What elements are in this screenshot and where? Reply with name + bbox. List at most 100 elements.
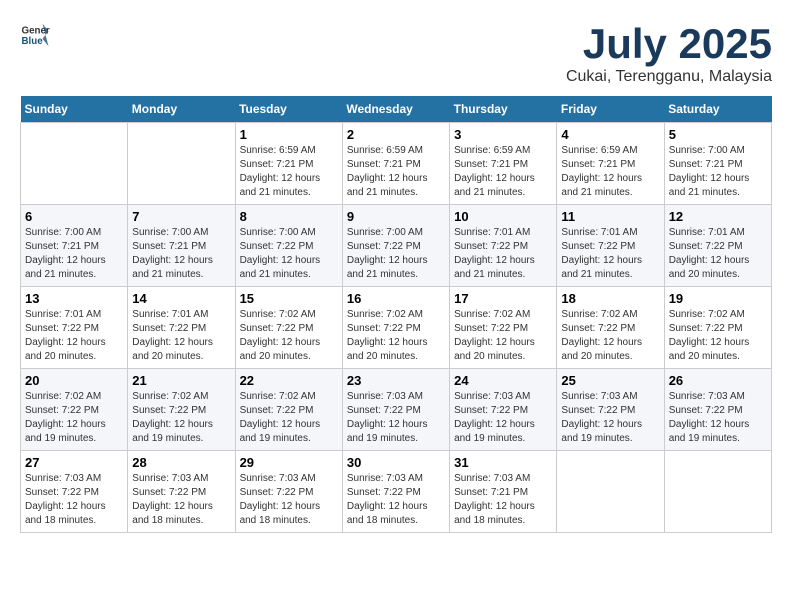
calendar-day-cell: [557, 451, 664, 533]
day-info: Sunrise: 7:01 AMSunset: 7:22 PMDaylight:…: [454, 226, 552, 282]
day-number: 26: [669, 373, 767, 388]
day-number: 28: [132, 455, 230, 470]
calendar-table: SundayMondayTuesdayWednesdayThursdayFrid…: [20, 96, 772, 533]
calendar-day-cell: 30Sunrise: 7:03 AMSunset: 7:22 PMDayligh…: [342, 451, 449, 533]
day-number: 23: [347, 373, 445, 388]
calendar-day-cell: 18Sunrise: 7:02 AMSunset: 7:22 PMDayligh…: [557, 287, 664, 369]
day-info: Sunrise: 7:00 AMSunset: 7:21 PMDaylight:…: [25, 226, 123, 282]
day-info: Sunrise: 7:02 AMSunset: 7:22 PMDaylight:…: [669, 308, 767, 364]
day-info: Sunrise: 7:03 AMSunset: 7:22 PMDaylight:…: [132, 472, 230, 528]
day-number: 3: [454, 127, 552, 142]
calendar-day-cell: 9 Sunrise: 7:00 AMSunset: 7:22 PMDaylight…: [342, 205, 449, 287]
day-number: 24: [454, 373, 552, 388]
day-info: Sunrise: 7:03 AMSunset: 7:22 PMDaylight:…: [347, 390, 445, 446]
calendar-day-cell: 21 Sunrise: 7:02 AMSunset: 7:22 PMDayligh…: [128, 369, 235, 451]
day-number: 12: [669, 209, 767, 224]
calendar-week-row: 13 Sunrise: 7:01 AMSunset: 7:22 PMDayligh…: [21, 287, 772, 369]
day-number: 19: [669, 291, 767, 306]
day-info: Sunrise: 7:02 AMSunset: 7:22 PMDaylight:…: [132, 390, 230, 446]
calendar-day-cell: 1 Sunrise: 6:59 AMSunset: 7:21 PMDaylight…: [235, 123, 342, 205]
day-number: 31: [454, 455, 552, 470]
logo: General Blue: [20, 20, 52, 50]
header: General Blue July 2025 Cukai, Terengganu…: [20, 20, 772, 86]
calendar-day-cell: 15 Sunrise: 7:02 AMSunset: 7:22 PMDayligh…: [235, 287, 342, 369]
day-info: Sunrise: 6:59 AMSunset: 7:21 PMDaylight:…: [561, 144, 659, 200]
calendar-day-cell: 23 Sunrise: 7:03 AMSunset: 7:22 PMDayligh…: [342, 369, 449, 451]
calendar-header-sunday: Sunday: [21, 96, 128, 123]
location-title: Cukai, Terengganu, Malaysia: [566, 68, 772, 86]
calendar-day-cell: 10 Sunrise: 7:01 AMSunset: 7:22 PMDayligh…: [450, 205, 557, 287]
day-info: Sunrise: 7:00 AMSunset: 7:22 PMDaylight:…: [347, 226, 445, 282]
day-number: 17: [454, 291, 552, 306]
calendar-header-wednesday: Wednesday: [342, 96, 449, 123]
calendar-day-cell: 8Sunrise: 7:00 AMSunset: 7:22 PMDaylight…: [235, 205, 342, 287]
day-number: 27: [25, 455, 123, 470]
day-info: Sunrise: 7:03 AMSunset: 7:22 PMDaylight:…: [454, 390, 552, 446]
day-info: Sunrise: 6:59 AMSunset: 7:21 PMDaylight:…: [240, 144, 338, 200]
calendar-day-cell: [21, 123, 128, 205]
day-number: 9: [347, 209, 445, 224]
day-info: Sunrise: 7:01 AMSunset: 7:22 PMDaylight:…: [669, 226, 767, 282]
calendar-day-cell: 7 Sunrise: 7:00 AMSunset: 7:21 PMDaylight…: [128, 205, 235, 287]
day-info: Sunrise: 7:02 AMSunset: 7:22 PMDaylight:…: [25, 390, 123, 446]
calendar-day-cell: 6 Sunrise: 7:00 AMSunset: 7:21 PMDaylight…: [21, 205, 128, 287]
day-info: Sunrise: 7:03 AMSunset: 7:22 PMDaylight:…: [561, 390, 659, 446]
title-area: July 2025 Cukai, Terengganu, Malaysia: [566, 20, 772, 86]
day-number: 25: [561, 373, 659, 388]
day-number: 7: [132, 209, 230, 224]
day-number: 11: [561, 209, 659, 224]
calendar-header-monday: Monday: [128, 96, 235, 123]
day-info: Sunrise: 6:59 AMSunset: 7:21 PMDaylight:…: [347, 144, 445, 200]
day-info: Sunrise: 7:00 AMSunset: 7:21 PMDaylight:…: [669, 144, 767, 200]
day-info: Sunrise: 6:59 AMSunset: 7:21 PMDaylight:…: [454, 144, 552, 200]
day-info: Sunrise: 7:01 AMSunset: 7:22 PMDaylight:…: [561, 226, 659, 282]
calendar-day-cell: 27Sunrise: 7:03 AMSunset: 7:22 PMDayligh…: [21, 451, 128, 533]
day-number: 16: [347, 291, 445, 306]
day-number: 1: [240, 127, 338, 142]
day-number: 15: [240, 291, 338, 306]
day-number: 21: [132, 373, 230, 388]
calendar-header-saturday: Saturday: [664, 96, 771, 123]
calendar-day-cell: 3 Sunrise: 6:59 AMSunset: 7:21 PMDaylight…: [450, 123, 557, 205]
day-number: 22: [240, 373, 338, 388]
day-info: Sunrise: 7:03 AMSunset: 7:22 PMDaylight:…: [347, 472, 445, 528]
calendar-day-cell: 25 Sunrise: 7:03 AMSunset: 7:22 PMDayligh…: [557, 369, 664, 451]
day-number: 29: [240, 455, 338, 470]
calendar-week-row: 6 Sunrise: 7:00 AMSunset: 7:21 PMDaylight…: [21, 205, 772, 287]
calendar-day-cell: [664, 451, 771, 533]
day-number: 13: [25, 291, 123, 306]
day-info: Sunrise: 7:01 AMSunset: 7:22 PMDaylight:…: [25, 308, 123, 364]
day-number: 20: [25, 373, 123, 388]
calendar-day-cell: 4 Sunrise: 6:59 AMSunset: 7:21 PMDaylight…: [557, 123, 664, 205]
calendar-header-tuesday: Tuesday: [235, 96, 342, 123]
day-number: 4: [561, 127, 659, 142]
calendar-day-cell: 13 Sunrise: 7:01 AMSunset: 7:22 PMDayligh…: [21, 287, 128, 369]
calendar-day-cell: 5 Sunrise: 7:00 AMSunset: 7:21 PMDaylight…: [664, 123, 771, 205]
calendar-header-row: SundayMondayTuesdayWednesdayThursdayFrid…: [21, 96, 772, 123]
calendar-day-cell: 12 Sunrise: 7:01 AMSunset: 7:22 PMDayligh…: [664, 205, 771, 287]
day-number: 6: [25, 209, 123, 224]
calendar-header-friday: Friday: [557, 96, 664, 123]
calendar-day-cell: 11 Sunrise: 7:01 AMSunset: 7:22 PMDayligh…: [557, 205, 664, 287]
day-number: 14: [132, 291, 230, 306]
day-number: 2: [347, 127, 445, 142]
day-number: 18: [561, 291, 659, 306]
calendar-day-cell: 20 Sunrise: 7:02 AMSunset: 7:22 PMDayligh…: [21, 369, 128, 451]
day-number: 8: [240, 209, 338, 224]
calendar-day-cell: 16 Sunrise: 7:02 AMSunset: 7:22 PMDayligh…: [342, 287, 449, 369]
day-info: Sunrise: 7:02 AMSunset: 7:22 PMDaylight:…: [240, 308, 338, 364]
day-info: Sunrise: 7:00 AMSunset: 7:21 PMDaylight:…: [132, 226, 230, 282]
calendar-week-row: 27 Sunrise: 7:03 AMSunset: 7:22 PMDayligh…: [21, 451, 772, 533]
calendar-day-cell: 19 Sunrise: 7:02 AMSunset: 7:22 PMDayligh…: [664, 287, 771, 369]
day-number: 10: [454, 209, 552, 224]
day-info: Sunrise: 7:02 AMSunset: 7:22 PMDaylight:…: [347, 308, 445, 364]
day-info: Sunrise: 7:03 AMSunset: 7:22 PMDaylight:…: [669, 390, 767, 446]
calendar-header-thursday: Thursday: [450, 96, 557, 123]
calendar-day-cell: 2 Sunrise: 6:59 AMSunset: 7:21 PMDaylight…: [342, 123, 449, 205]
calendar-week-row: 20 Sunrise: 7:02 AMSunset: 7:22 PMDayligh…: [21, 369, 772, 451]
day-info: Sunrise: 7:03 AMSunset: 7:21 PMDaylight:…: [454, 472, 552, 528]
calendar-day-cell: 29 Sunrise: 7:03 AMSunset: 7:22 PMDayligh…: [235, 451, 342, 533]
day-number: 5: [669, 127, 767, 142]
day-info: Sunrise: 7:03 AMSunset: 7:22 PMDaylight:…: [240, 472, 338, 528]
logo-icon: General Blue: [20, 20, 50, 50]
